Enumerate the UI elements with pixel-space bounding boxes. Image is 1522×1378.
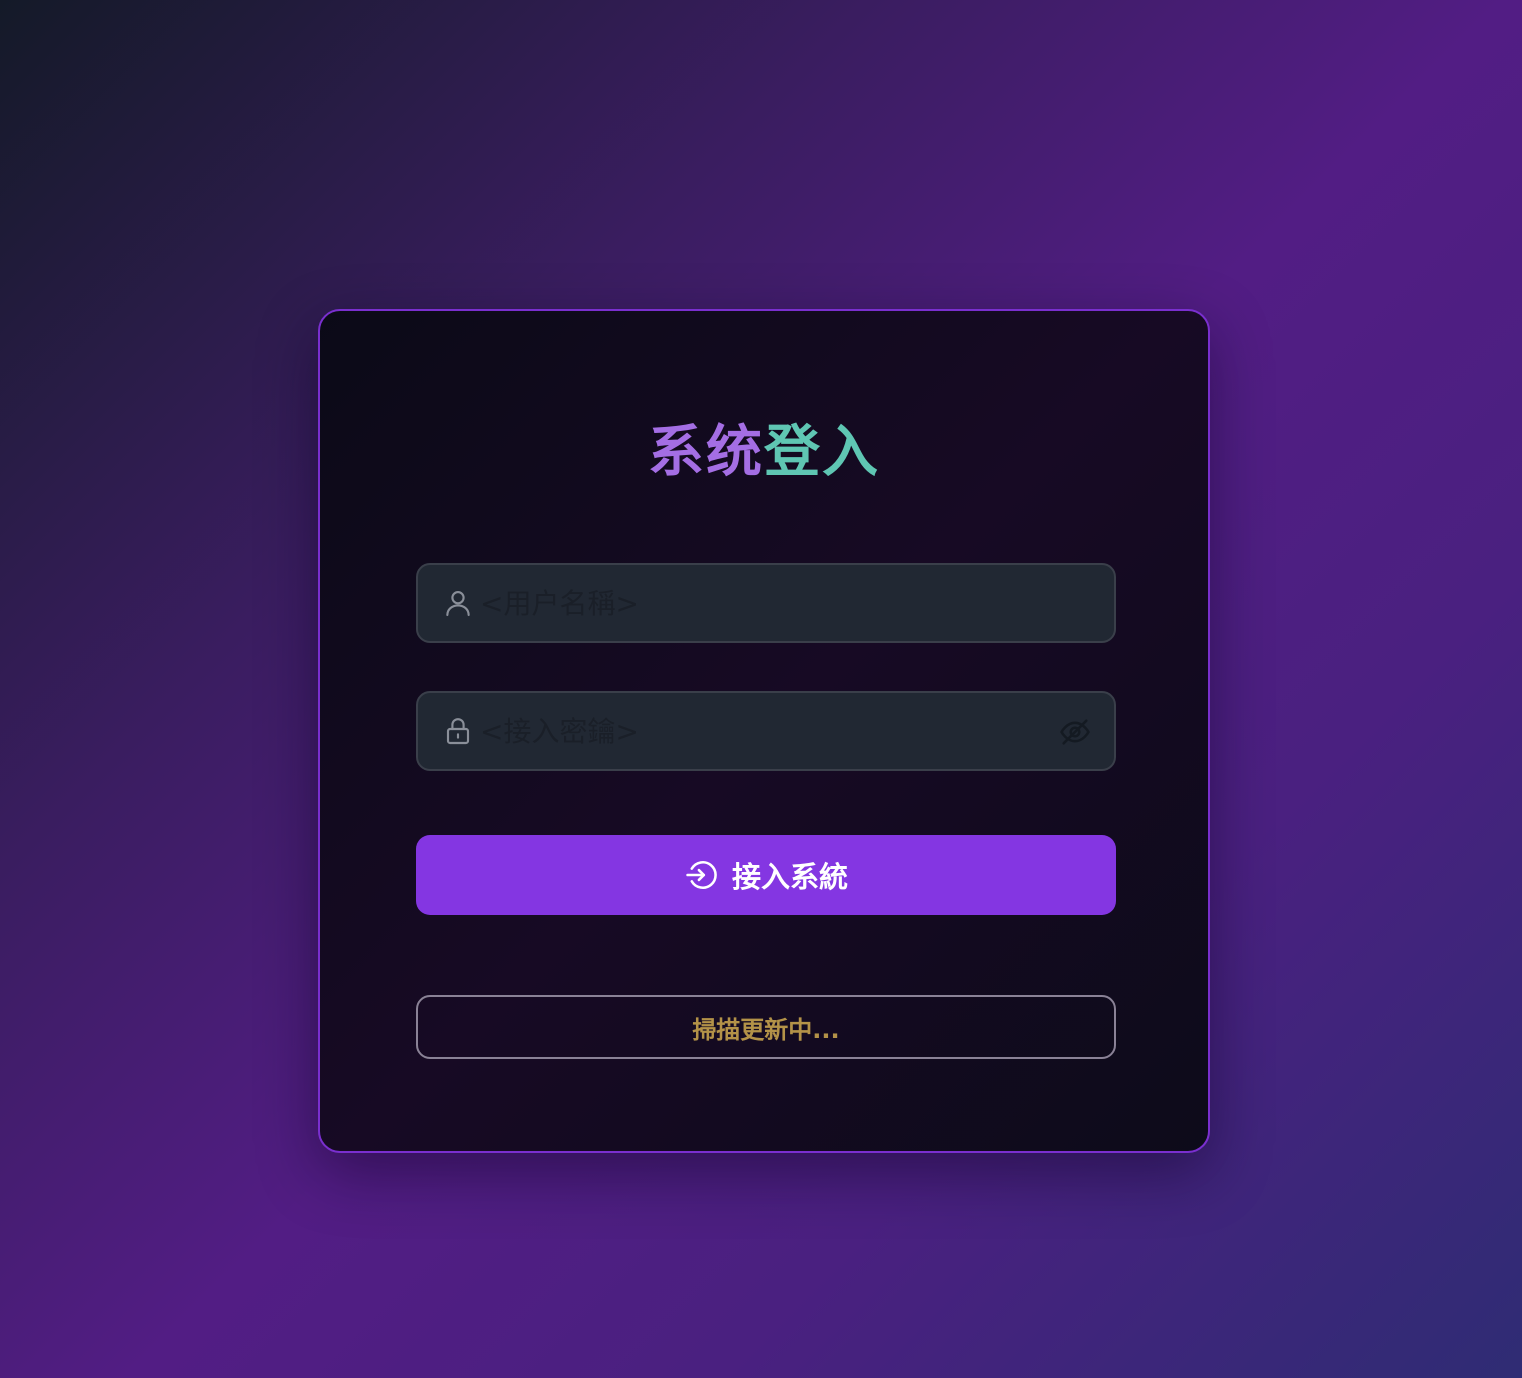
login-card: 系统登入 接入系統 掃描更新中... (318, 309, 1210, 1153)
login-button-label: 接入系統 (731, 860, 848, 894)
lock-icon (446, 718, 470, 745)
password-input[interactable] (480, 693, 1040, 769)
page-title: 系统登入 (320, 417, 1208, 489)
username-input[interactable] (480, 565, 1040, 641)
user-icon (446, 591, 470, 617)
status-box: 掃描更新中... (416, 995, 1116, 1059)
login-arrow-icon (686, 861, 717, 889)
eye-off-icon[interactable] (1058, 715, 1092, 749)
username-field[interactable] (416, 563, 1116, 643)
login-button[interactable]: 接入系統 (416, 835, 1116, 915)
status-text: 掃描更新中... (692, 1015, 840, 1044)
title-part-2: 登入 (764, 420, 880, 485)
title-part-1: 系统 (648, 420, 764, 485)
password-field[interactable] (416, 691, 1116, 771)
